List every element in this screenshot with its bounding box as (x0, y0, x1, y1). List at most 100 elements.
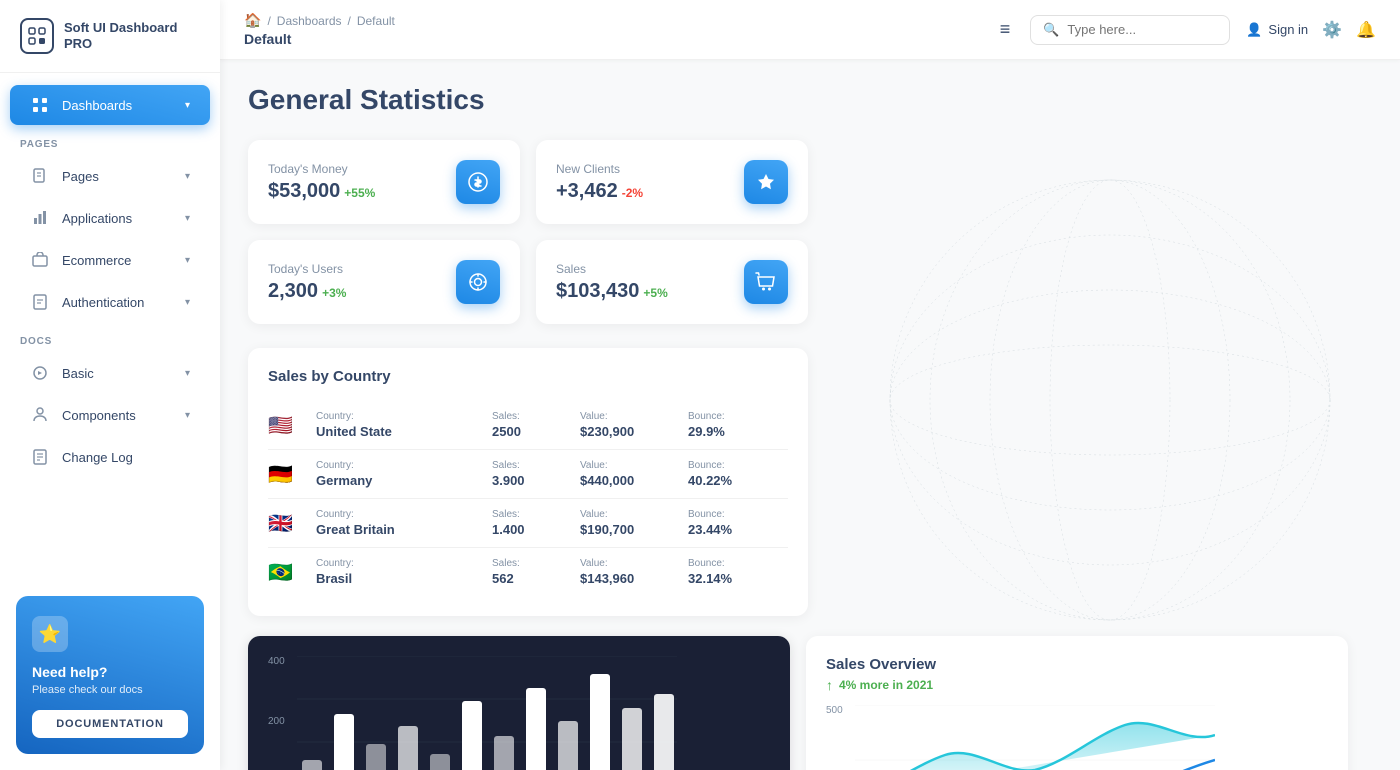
globe-decoration: /* dots placed by JS below */ (820, 140, 1400, 660)
signin-label: Sign in (1268, 22, 1308, 37)
col-bounce-usa: Bounce: 29.9% (688, 411, 788, 439)
breadcrumb-separator-2: / (348, 14, 351, 28)
hamburger-button[interactable]: ≡ (996, 15, 1015, 44)
breadcrumb-dashboards[interactable]: Dashboards (277, 14, 342, 28)
search-input[interactable] (1067, 22, 1207, 37)
logo-icon (20, 18, 54, 54)
topbar: 🏠 / Dashboards / Default Default ≡ 🔍 👤 S… (220, 0, 1400, 60)
table-row: 🇧🇷 Country: Brasil Sales: 562 Value: $14… (268, 548, 788, 596)
flag-gb: 🇬🇧 (268, 511, 308, 536)
col-label-sales: Sales: (492, 411, 572, 422)
flag-germany: 🇩🇪 (268, 462, 308, 487)
col-value-country: Brasil (316, 571, 484, 586)
col-value-sales: 1.400 (492, 522, 572, 537)
y-label-200: 200 (268, 716, 285, 727)
col-sales-usa: Sales: 2500 (492, 411, 572, 439)
stat-label-clients: New Clients (556, 162, 643, 176)
docs-section-label: DOCS (0, 324, 220, 351)
table-row: 🇺🇸 Country: United State Sales: 2500 Val… (268, 401, 788, 450)
stat-card-clients: New Clients +3,462 -2% (536, 140, 808, 224)
dashboards-icon (30, 95, 50, 115)
documentation-button[interactable]: DOCUMENTATION (32, 710, 188, 738)
sidebar-item-label: Ecommerce (62, 253, 173, 268)
basic-icon (30, 363, 50, 383)
stat-value-clients: +3,462 (556, 180, 618, 203)
sales-overview-card: Sales Overview ↑ 4% more in 2021 500 400 (806, 636, 1348, 770)
authentication-icon (30, 292, 50, 312)
col-value-de: Value: $440,000 (580, 460, 680, 488)
col-label-country: Country: (316, 558, 484, 569)
chevron-down-icon: ▾ (185, 100, 190, 111)
pages-section-label: PAGES (0, 127, 220, 154)
sales-by-country-card: Sales by Country 🇺🇸 Country: United Stat… (248, 348, 808, 616)
col-value-bounce: 40.22% (688, 473, 788, 488)
stat-change-money: +55% (344, 186, 375, 200)
bar-chart-card: 400 200 0 (248, 636, 790, 770)
sidebar-item-dashboards[interactable]: Dashboards ▾ (10, 85, 210, 125)
col-country-usa: Country: United State (316, 411, 484, 439)
sidebar-item-basic[interactable]: Basic ▾ (10, 353, 210, 393)
col-label-bounce: Bounce: (688, 509, 788, 520)
sidebar-item-authentication[interactable]: Authentication ▾ (10, 282, 210, 322)
notifications-icon[interactable]: 🔔 (1356, 20, 1376, 40)
col-label-value: Value: (580, 509, 680, 520)
col-label-bounce: Bounce: (688, 411, 788, 422)
col-label-bounce: Bounce: (688, 558, 788, 569)
sidebar-logo: Soft UI Dashboard PRO (0, 0, 220, 73)
sales-by-country-title: Sales by Country (268, 368, 788, 385)
col-label-country: Country: (316, 411, 484, 422)
search-box: 🔍 (1030, 15, 1230, 45)
col-value-country: Germany (316, 473, 484, 488)
sales-overview-title: Sales Overview (826, 656, 1328, 673)
table-row: 🇩🇪 Country: Germany Sales: 3.900 Value: … (268, 450, 788, 499)
sales-overview-subtitle: 4% more in 2021 (839, 678, 933, 692)
chevron-down-icon: ▾ (185, 368, 190, 379)
breadcrumb: 🏠 / Dashboards / Default Default (244, 12, 980, 47)
chevron-down-icon: ▾ (185, 171, 190, 182)
settings-icon[interactable]: ⚙️ (1322, 20, 1342, 40)
col-bounce-br: Bounce: 32.14% (688, 558, 788, 586)
col-value-bounce: 32.14% (688, 571, 788, 586)
sidebar-item-ecommerce[interactable]: Ecommerce ▾ (10, 240, 210, 280)
sidebar-item-components[interactable]: Components ▾ (10, 395, 210, 435)
stat-label-users: Today's Users (268, 262, 346, 276)
sidebar: Soft UI Dashboard PRO Dashboards ▾ PAGES… (0, 0, 220, 770)
col-country-de: Country: Germany (316, 460, 484, 488)
col-value-br: Value: $143,960 (580, 558, 680, 586)
stat-value-users: 2,300 (268, 280, 318, 303)
col-label-value: Value: (580, 558, 680, 569)
col-label-value: Value: (580, 411, 680, 422)
flag-brasil: 🇧🇷 (268, 560, 308, 585)
help-subtitle: Please check our docs (32, 684, 188, 696)
country-table: 🇺🇸 Country: United State Sales: 2500 Val… (268, 401, 788, 596)
signin-button[interactable]: 👤 Sign in (1246, 22, 1308, 38)
chevron-down-icon: ▾ (185, 297, 190, 308)
page-title: General Statistics (248, 84, 1372, 116)
sidebar-item-label: Dashboards (62, 98, 173, 113)
sidebar-item-changelog[interactable]: Change Log (10, 437, 210, 477)
breadcrumb-separator: / (267, 14, 270, 28)
stat-change-users: +3% (322, 286, 346, 300)
sidebar-item-label: Components (62, 408, 173, 423)
stat-value-money: $53,000 (268, 180, 340, 203)
clients-icon (744, 160, 788, 204)
col-country-gb: Country: Great Britain (316, 509, 484, 537)
col-value-val: $190,700 (580, 522, 680, 537)
col-sales-gb: Sales: 1.400 (492, 509, 572, 537)
stat-info-money: Today's Money $53,000 +55% (268, 162, 375, 203)
stat-card-money: Today's Money $53,000 +55% (248, 140, 520, 224)
home-icon[interactable]: 🏠 (244, 12, 261, 29)
page-title-breadcrumb: Default (244, 31, 395, 47)
col-label-sales: Sales: (492, 509, 572, 520)
sidebar-item-pages[interactable]: Pages ▾ (10, 156, 210, 196)
stat-card-users: Today's Users 2,300 +3% (248, 240, 520, 324)
col-label-country: Country: (316, 460, 484, 471)
col-value-gb: Value: $190,700 (580, 509, 680, 537)
flag-usa: 🇺🇸 (268, 413, 308, 438)
sidebar-item-label: Applications (62, 211, 173, 226)
col-value-sales: 562 (492, 571, 572, 586)
sidebar-item-applications[interactable]: Applications ▾ (10, 198, 210, 238)
sidebar-nav: Dashboards ▾ PAGES Pages ▾ Applications … (0, 73, 220, 580)
col-label-sales: Sales: (492, 558, 572, 569)
sidebar-item-label: Pages (62, 169, 173, 184)
